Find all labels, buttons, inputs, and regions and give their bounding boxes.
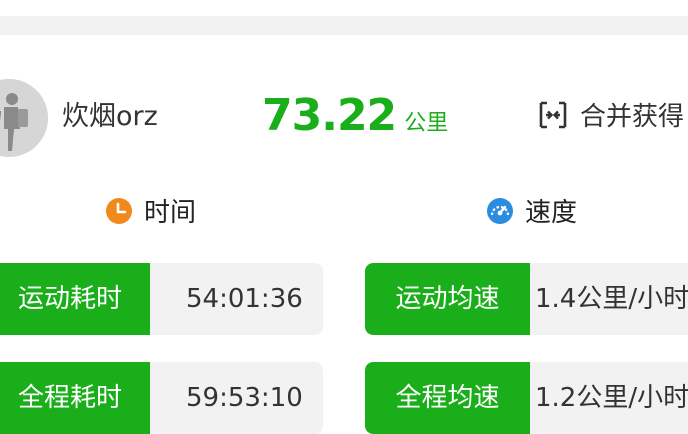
top-divider-bar (0, 16, 688, 35)
speedometer-icon (487, 197, 513, 224)
clock-icon (106, 197, 132, 224)
total-distance: 73.22 公里 (262, 92, 448, 149)
total-avg-speed-card: 全程均速 1.2公里/小时 (365, 362, 688, 434)
time-section-title: 时间 (106, 196, 196, 230)
distance-value: 73.22 (262, 90, 397, 141)
merge-button[interactable]: 合并获得 (538, 100, 684, 134)
avatar[interactable] (0, 79, 48, 157)
exercise-time-card: 运动耗时 54:01:36 (0, 263, 323, 335)
total-time-card: 全程耗时 59:53:10 (0, 362, 323, 434)
hiker-avatar-image (0, 79, 48, 157)
merge-label: 合并获得 (580, 102, 685, 132)
speed-section-label: 速度 (525, 198, 578, 228)
exercise-avg-speed-value: 1.4公里/小时 (535, 284, 688, 314)
total-avg-speed-label: 全程均速 (365, 362, 530, 434)
exercise-avg-speed-card: 运动均速 1.4公里/小时 (365, 263, 688, 335)
speed-section-title: 速度 (487, 196, 577, 230)
username: 炊烟orz (62, 101, 158, 132)
total-time-value: 59:53:10 (186, 383, 303, 413)
time-section-label: 时间 (144, 198, 197, 228)
exercise-time-value: 54:01:36 (186, 284, 303, 314)
merge-icon (538, 100, 568, 130)
total-avg-speed-value: 1.2公里/小时 (535, 383, 688, 413)
exercise-avg-speed-label: 运动均速 (365, 263, 530, 335)
total-time-label: 全程耗时 (0, 362, 150, 434)
distance-unit: 公里 (404, 111, 449, 136)
exercise-time-label: 运动耗时 (0, 263, 150, 335)
